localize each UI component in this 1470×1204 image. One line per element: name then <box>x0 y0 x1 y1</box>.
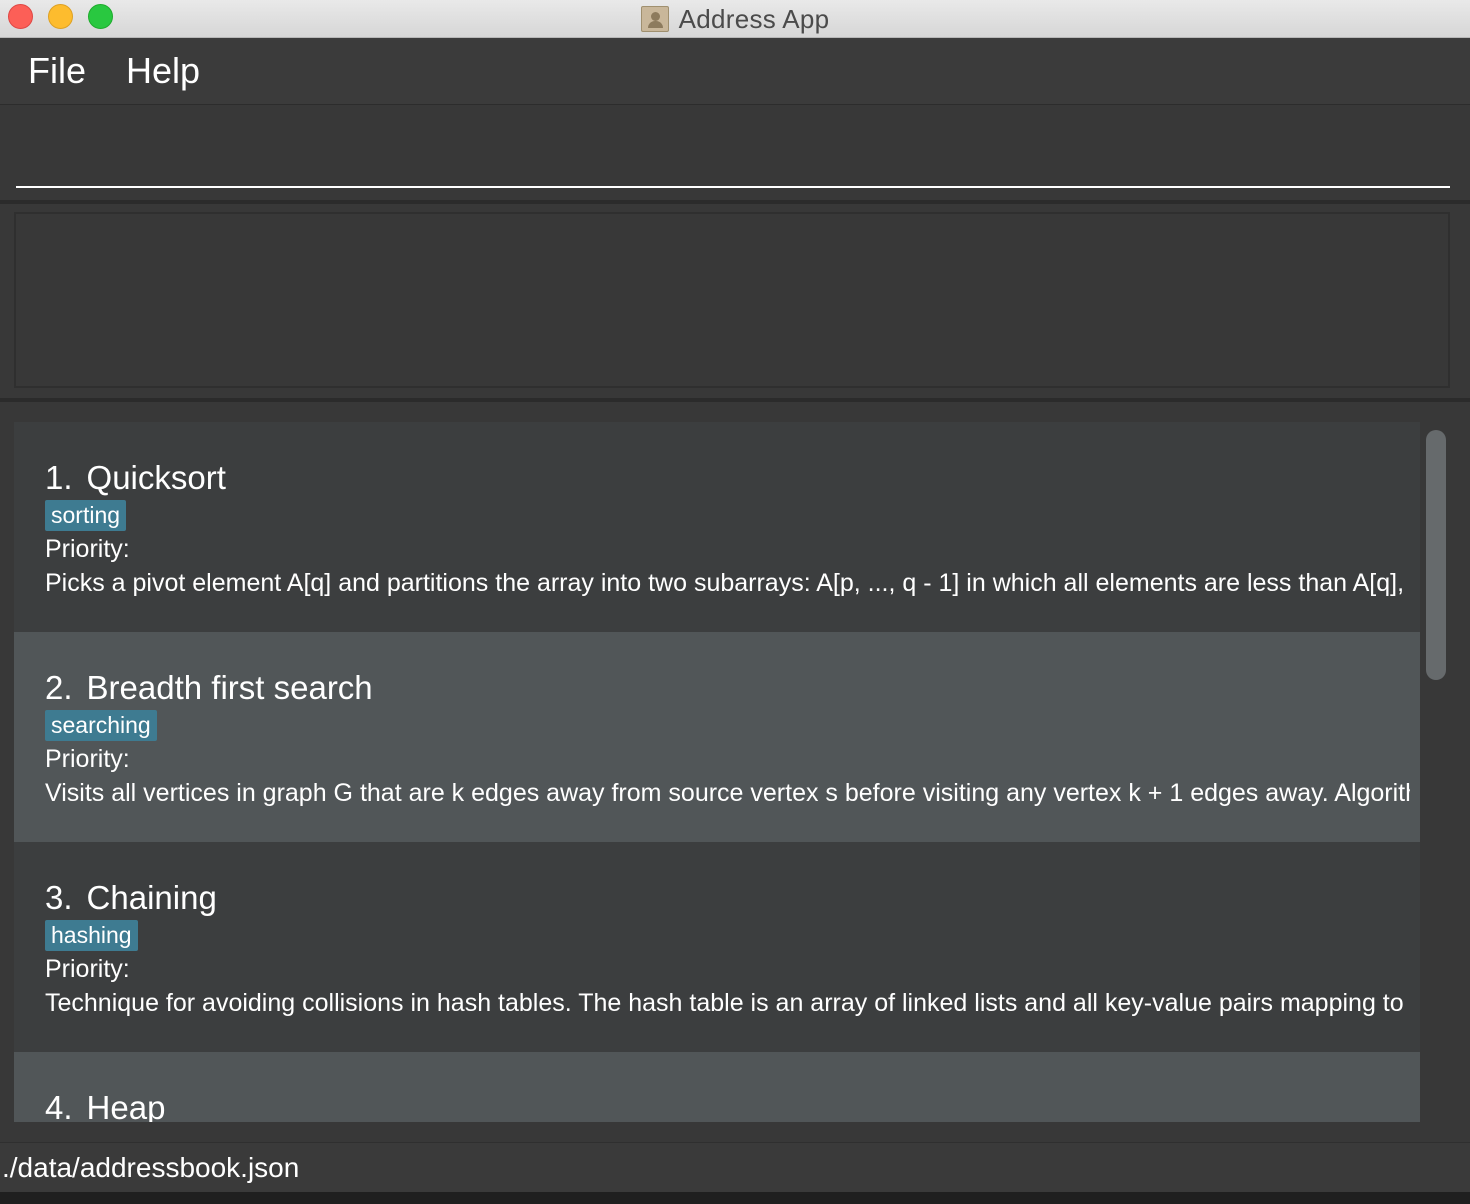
card-name: Heap <box>86 1089 166 1122</box>
address-book-icon <box>640 6 669 32</box>
card-title: 2. Breadth first search <box>45 668 1420 708</box>
card-priority: Priority: <box>45 535 130 563</box>
card-tag: hashing <box>45 920 138 951</box>
result-display-area <box>0 204 1470 398</box>
list-panel: 1. Quicksort sorting Priority: Picks a pi… <box>0 402 1470 1142</box>
card-title: 4. Heap <box>45 1088 1420 1122</box>
card-index: 2. <box>45 669 73 706</box>
window-title: Address App <box>678 3 830 34</box>
window-title-wrap: Address App <box>0 0 1470 38</box>
list-card[interactable]: 1. Quicksort sorting Priority: Picks a pi… <box>14 422 1420 632</box>
card-tag: sorting <box>45 500 127 531</box>
title-bar: Address App <box>0 0 1470 38</box>
card-index: 4. <box>45 1089 73 1122</box>
card-tag: searching <box>45 710 157 741</box>
menu-bar: File Help <box>0 38 1470 105</box>
card-name: Quicksort <box>86 459 226 496</box>
card-index: 1. <box>45 459 73 496</box>
command-input[interactable] <box>16 126 1450 188</box>
card-description: Picks a pivot element A[q] and partition… <box>45 569 1410 597</box>
card-list[interactable]: 1. Quicksort sorting Priority: Picks a pi… <box>14 422 1420 1122</box>
list-card[interactable]: 2. Breadth first search searching Priorit… <box>14 632 1420 842</box>
list-card[interactable]: 4. Heap <box>14 1052 1420 1122</box>
list-card[interactable]: 3. Chaining hashing Priority: Technique f… <box>14 842 1420 1052</box>
list-scrollbar[interactable] <box>1420 422 1450 1122</box>
card-description: Technique for avoiding collisions in has… <box>45 989 1410 1017</box>
status-bar: ./data/addressbook.json <box>0 1142 1470 1192</box>
command-box-area <box>0 106 1470 200</box>
window-bottom-edge <box>0 1192 1470 1204</box>
card-description: Visits all vertices in graph G that are … <box>45 779 1410 807</box>
menu-help[interactable]: Help <box>126 50 200 92</box>
card-priority: Priority: <box>45 745 130 773</box>
card-index: 3. <box>45 879 73 916</box>
status-file-path: ./data/addressbook.json <box>2 1151 300 1183</box>
card-name: Breadth first search <box>86 669 373 706</box>
card-name: Chaining <box>86 879 217 916</box>
card-title: 3. Chaining <box>45 878 1420 918</box>
card-title: 1. Quicksort <box>45 458 1420 498</box>
menu-file[interactable]: File <box>28 50 86 92</box>
scrollbar-thumb[interactable] <box>1426 430 1446 680</box>
result-display[interactable] <box>14 212 1450 388</box>
card-priority: Priority: <box>45 955 130 983</box>
